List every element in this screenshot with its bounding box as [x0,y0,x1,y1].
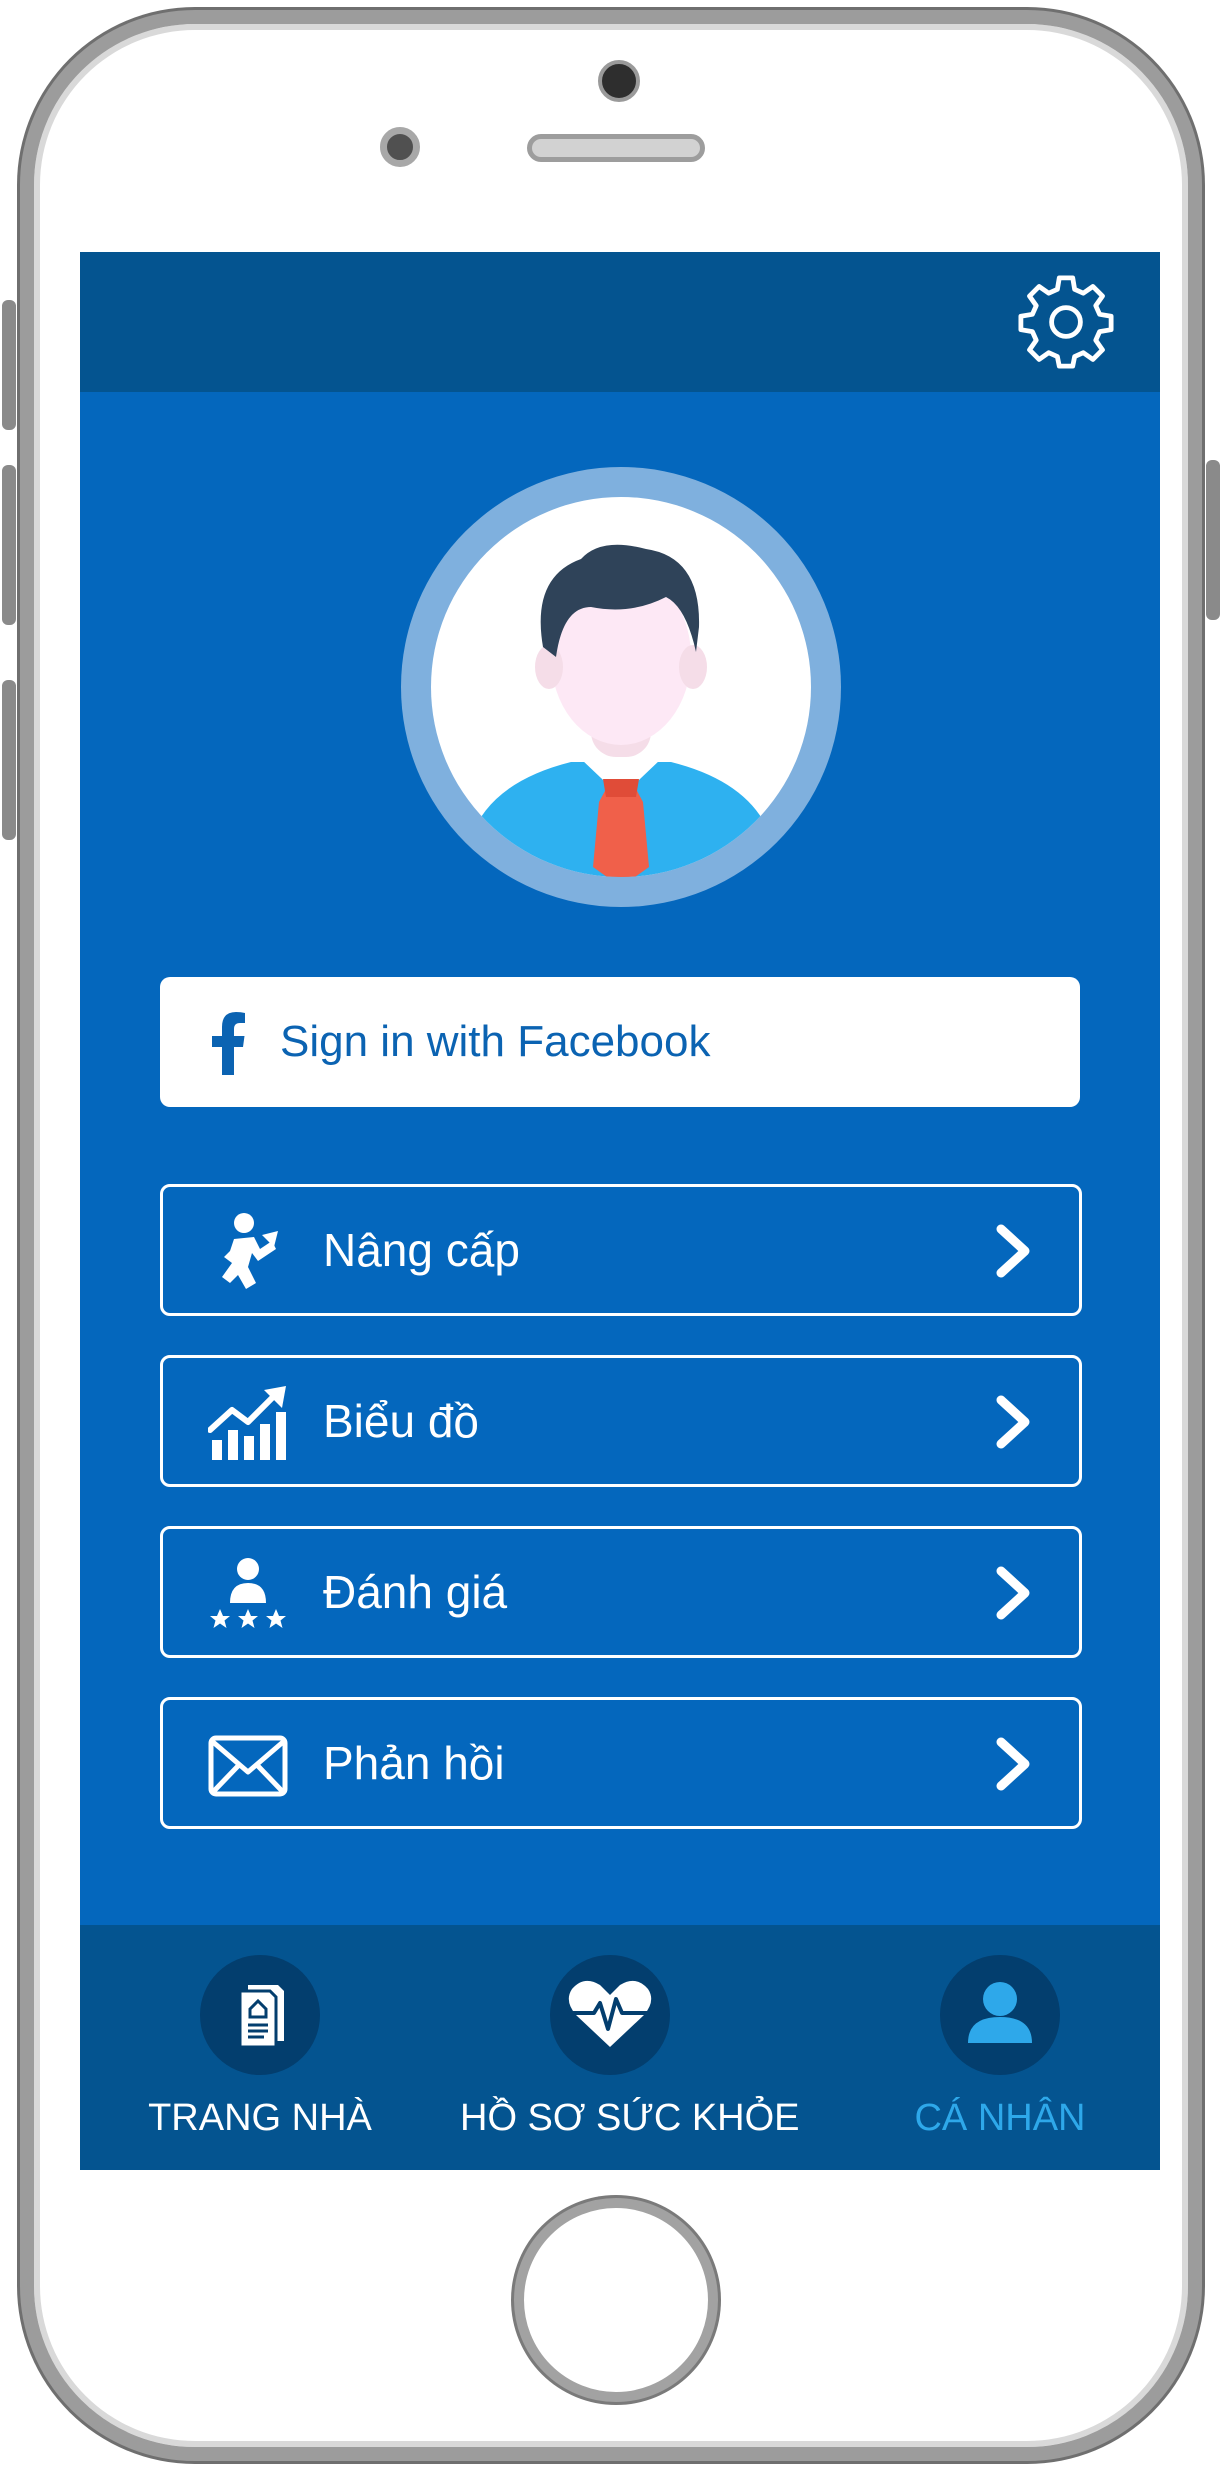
facebook-icon [212,1012,245,1075]
chevron-right-icon [996,1566,1030,1620]
volume-up-button [2,465,16,625]
upgrade-person-icon [222,1213,278,1289]
menu-item-label: Biểu đồ [323,1395,480,1447]
volume-down-button [2,680,16,840]
facebook-signin-label: Sign in with Facebook [280,1017,711,1066]
nav-label: TRANG NHÀ [148,2097,372,2139]
user-avatar-illustration [431,497,811,877]
menu-item-rating[interactable]: Đánh giá [160,1526,1082,1658]
nav-tab-home[interactable]: TRANG NHÀ [140,1925,380,2170]
menu-item-upgrade[interactable]: Nâng cấp [160,1184,1082,1316]
chevron-right-icon [996,1395,1030,1449]
nav-label-active: CÁ NHÂN [914,2097,1086,2139]
earpiece-speaker [527,134,705,162]
bottom-navigation: TRANG NHÀ HỒ SƠ SỨC KHỎE CÁ NHÂN [80,1925,1160,2170]
gear-icon[interactable] [1018,274,1114,370]
facebook-signin-button[interactable]: Sign in with Facebook [160,977,1080,1107]
nav-tab-health-record[interactable]: HỒ SƠ SỨC KHỎE [460,1925,800,2170]
proximity-sensor [380,127,420,167]
menu-item-label: Nâng cấp [323,1224,520,1276]
chevron-right-icon [996,1737,1030,1791]
nav-tab-personal[interactable]: CÁ NHÂN [880,1925,1120,2170]
menu-item-label: Phản hồi [323,1737,505,1789]
top-bar [80,252,1160,392]
document-home-icon [200,1955,320,2075]
menu-item-chart[interactable]: Biểu đồ [160,1355,1082,1487]
person-icon [940,1955,1060,2075]
heart-pulse-icon [550,1955,670,2075]
app-screen: Sign in with Facebook Nâng cấp Biểu đồ Đ… [80,252,1160,2170]
nav-label: HỒ SƠ SỨC KHỎE [460,2097,800,2139]
menu-item-label: Đánh giá [323,1566,508,1618]
power-button [1206,460,1220,620]
chart-growth-icon [208,1386,286,1460]
envelope-icon [208,1735,288,1797]
home-button[interactable] [514,2198,718,2402]
profile-avatar[interactable] [401,467,841,907]
chevron-right-icon [996,1224,1030,1278]
front-camera [598,60,640,102]
menu-item-feedback[interactable]: Phản hồi [160,1697,1082,1829]
rating-stars-icon [210,1558,286,1628]
mute-switch [2,300,16,430]
